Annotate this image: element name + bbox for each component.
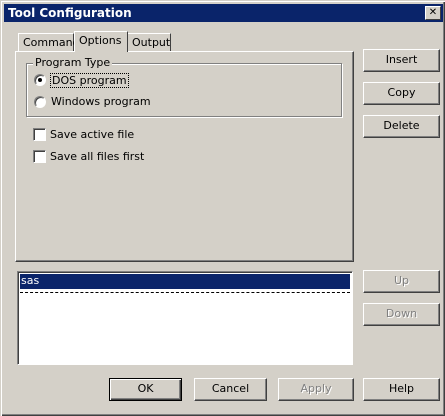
tab-command[interactable]: Command (18, 33, 80, 51)
close-icon: ✕ (428, 7, 438, 18)
list-item-label: sas (21, 274, 40, 287)
apply-button[interactable]: Apply (278, 378, 354, 401)
up-button-label: Up (393, 274, 410, 287)
windows-program-radio[interactable] (34, 96, 46, 108)
window-title: Tool Configuration (8, 6, 132, 20)
delete-button[interactable]: Delete (363, 115, 440, 138)
options-tab-panel: Program Type DOS program Windows program… (15, 51, 354, 262)
tab-options-label: Options (79, 34, 122, 47)
up-button[interactable]: Up (363, 270, 440, 293)
program-type-group: Program Type DOS program Windows program (26, 56, 342, 117)
save-active-file-checkbox[interactable] (33, 128, 46, 141)
tool-configuration-dialog: Tool Configuration ✕ Command Options Out… (0, 0, 445, 416)
save-all-files-checkbox[interactable] (33, 150, 46, 163)
title-bar: Tool Configuration ✕ (4, 4, 443, 22)
apply-button-label: Apply (300, 382, 332, 395)
insert-button-label: Insert (385, 53, 418, 66)
save-all-files-label[interactable]: Save all files first (50, 150, 144, 163)
copy-button[interactable]: Copy (363, 82, 440, 105)
program-type-legend: Program Type (33, 56, 113, 69)
delete-button-label: Delete (383, 119, 420, 132)
cancel-button-label: Cancel (211, 382, 250, 395)
help-button[interactable]: Help (363, 378, 440, 401)
tab-output-label: Output (132, 36, 171, 49)
windows-program-label[interactable]: Windows program (51, 95, 151, 108)
tab-options[interactable]: Options (74, 31, 128, 52)
tab-command-label: Command (23, 36, 80, 49)
cancel-button[interactable]: Cancel (194, 378, 267, 401)
tab-output[interactable]: Output (127, 33, 171, 51)
list-item[interactable]: sas (20, 274, 350, 289)
dos-program-label[interactable]: DOS program (50, 73, 129, 88)
close-button[interactable]: ✕ (425, 6, 441, 20)
help-button-label: Help (388, 382, 415, 395)
save-active-file-label[interactable]: Save active file (50, 128, 134, 141)
ok-button-label: OK (137, 382, 154, 395)
radio-selected-dot (38, 78, 42, 82)
tool-list[interactable]: sas (17, 271, 353, 365)
down-button-label: Down (385, 307, 418, 320)
dos-program-radio[interactable] (34, 74, 46, 86)
list-insert-marker (20, 292, 350, 293)
down-button[interactable]: Down (363, 303, 440, 326)
ok-button[interactable]: OK (109, 378, 182, 401)
copy-button-label: Copy (387, 86, 416, 99)
insert-button[interactable]: Insert (363, 49, 440, 72)
